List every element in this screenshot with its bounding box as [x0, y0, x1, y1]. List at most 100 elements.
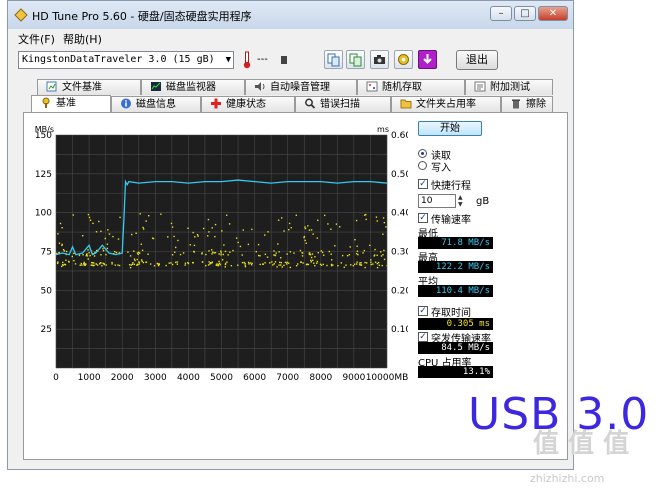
access-time-point: [310, 256, 313, 259]
drive-select[interactable]: KingstonDataTraveler 3.0 (15 gB) ▼: [18, 51, 234, 69]
access-time-point: [187, 227, 189, 229]
access-time-point: [130, 264, 132, 266]
access-time-point: [128, 264, 131, 266]
access-time-point: [211, 249, 213, 251]
access-time-point: [100, 254, 102, 256]
tab-file-benchmark[interactable]: 文件基准: [37, 79, 141, 95]
access-time-point: [106, 247, 109, 250]
speaker-icon: [255, 82, 265, 91]
screenshot-button[interactable]: [370, 50, 389, 69]
access-time-point: [222, 253, 224, 256]
access-time-point: [356, 261, 358, 263]
access-time-point: [170, 262, 172, 264]
access-time-point: [273, 250, 275, 252]
y2-tick-label: 0.50: [391, 170, 408, 180]
access-time-point: [225, 214, 228, 216]
access-time-point: [295, 214, 298, 216]
access-time-point: [274, 254, 277, 257]
temperature-value: ---: [257, 54, 268, 65]
access-time-point: [62, 264, 64, 266]
tab-folder-usage[interactable]: 文件夹占用率: [391, 96, 501, 112]
menu-help[interactable]: 帮助(H): [63, 31, 102, 47]
access-time-checkbox[interactable]: ✓: [418, 306, 428, 316]
access-time-point: [201, 261, 204, 263]
write-radio[interactable]: [418, 161, 427, 170]
copy-text-button[interactable]: [324, 50, 343, 69]
watermark-logo: 值 值 值: [533, 429, 630, 459]
access-time-point: [259, 263, 261, 266]
access-time-point: [357, 253, 359, 256]
close-button[interactable]: ✕: [538, 6, 568, 21]
save-button[interactable]: [418, 50, 437, 69]
maximize-button[interactable]: □: [514, 6, 536, 21]
access-time-point: [317, 219, 319, 222]
x-tick-label: 9000: [342, 373, 365, 383]
access-time-point: [341, 254, 344, 257]
start-button[interactable]: 开始: [418, 121, 482, 136]
access-time-point: [277, 219, 280, 221]
tab-extra-tests[interactable]: 附加测试: [465, 79, 553, 95]
access-time-point: [360, 264, 363, 266]
short-stroke-checkbox[interactable]: ✓: [418, 179, 428, 189]
access-time-point: [184, 262, 187, 264]
access-time-point: [96, 264, 99, 266]
menu-file[interactable]: 文件(F): [18, 31, 55, 47]
access-time-point: [61, 227, 63, 229]
access-time-point: [107, 229, 109, 231]
access-time-point: [106, 243, 109, 245]
access-time-point: [257, 254, 260, 257]
burst-rate-checkbox[interactable]: ✓: [418, 332, 428, 342]
access-time-point: [92, 264, 95, 267]
tab-noise-management[interactable]: 自动噪音管理: [245, 79, 357, 95]
access-time-point: [363, 249, 366, 252]
read-radio[interactable]: [418, 149, 427, 158]
options-button[interactable]: [394, 50, 413, 69]
access-time-point: [86, 255, 89, 257]
access-time-point: [211, 227, 213, 229]
access-time-point: [383, 249, 385, 252]
access-time-point: [81, 264, 83, 266]
access-time-point: [207, 264, 210, 266]
access-time-point: [307, 225, 309, 227]
access-time-point: [235, 237, 238, 239]
access-time-point: [214, 223, 217, 226]
access-time-point: [305, 242, 307, 244]
access-time-point: [301, 255, 304, 257]
access-time-point: [313, 262, 315, 264]
tab-health[interactable]: 健康状态: [201, 96, 295, 112]
access-time-point: [117, 264, 119, 266]
tab-disk-info[interactable]: 磁盘信息: [111, 96, 201, 112]
y-axis-label: MB/s: [35, 125, 54, 134]
access-time-point: [334, 245, 336, 247]
copy-image-button[interactable]: [346, 50, 365, 69]
access-time-point: [119, 216, 121, 219]
access-time-point: [280, 264, 282, 266]
tab-label: 文件夹占用率: [416, 99, 476, 110]
access-time-point: [290, 226, 292, 229]
tab-random-access[interactable]: 随机存取: [357, 79, 465, 95]
short-stroke-stepper[interactable]: ▲ ▼: [458, 194, 466, 208]
short-stroke-input[interactable]: 10: [418, 194, 456, 208]
tab-error-scan[interactable]: 错误扫描: [295, 96, 391, 112]
access-time-point: [306, 263, 308, 266]
transfer-rate-checkbox[interactable]: ✓: [418, 213, 428, 223]
access-time-point: [153, 265, 156, 267]
access-time-point: [141, 249, 144, 252]
tab-benchmark[interactable]: 基准: [31, 95, 111, 112]
access-time-label: 存取时间: [431, 308, 471, 319]
exit-button[interactable]: 退出: [456, 50, 498, 70]
tab-erase[interactable]: 擦除: [501, 96, 553, 112]
tab-disk-monitor[interactable]: 磁盘监视器: [141, 79, 245, 95]
access-time-point: [187, 262, 190, 265]
access-time-point: [251, 228, 253, 231]
window-title: HD Tune Pro 5.60 - 硬盘/固态硬盘实用程序: [32, 10, 252, 23]
minimize-button[interactable]: –: [490, 6, 512, 21]
access-time-point: [68, 261, 70, 263]
access-time-point: [370, 261, 372, 264]
access-time-point: [93, 255, 96, 257]
access-time-point: [168, 262, 170, 264]
thermometer-icon: [243, 51, 251, 69]
file-benchmark-icon: [46, 81, 57, 92]
title-bar[interactable]: HD Tune Pro 5.60 - 硬盘/固态硬盘实用程序 – □ ✕: [8, 1, 573, 30]
access-time-point: [281, 266, 284, 268]
